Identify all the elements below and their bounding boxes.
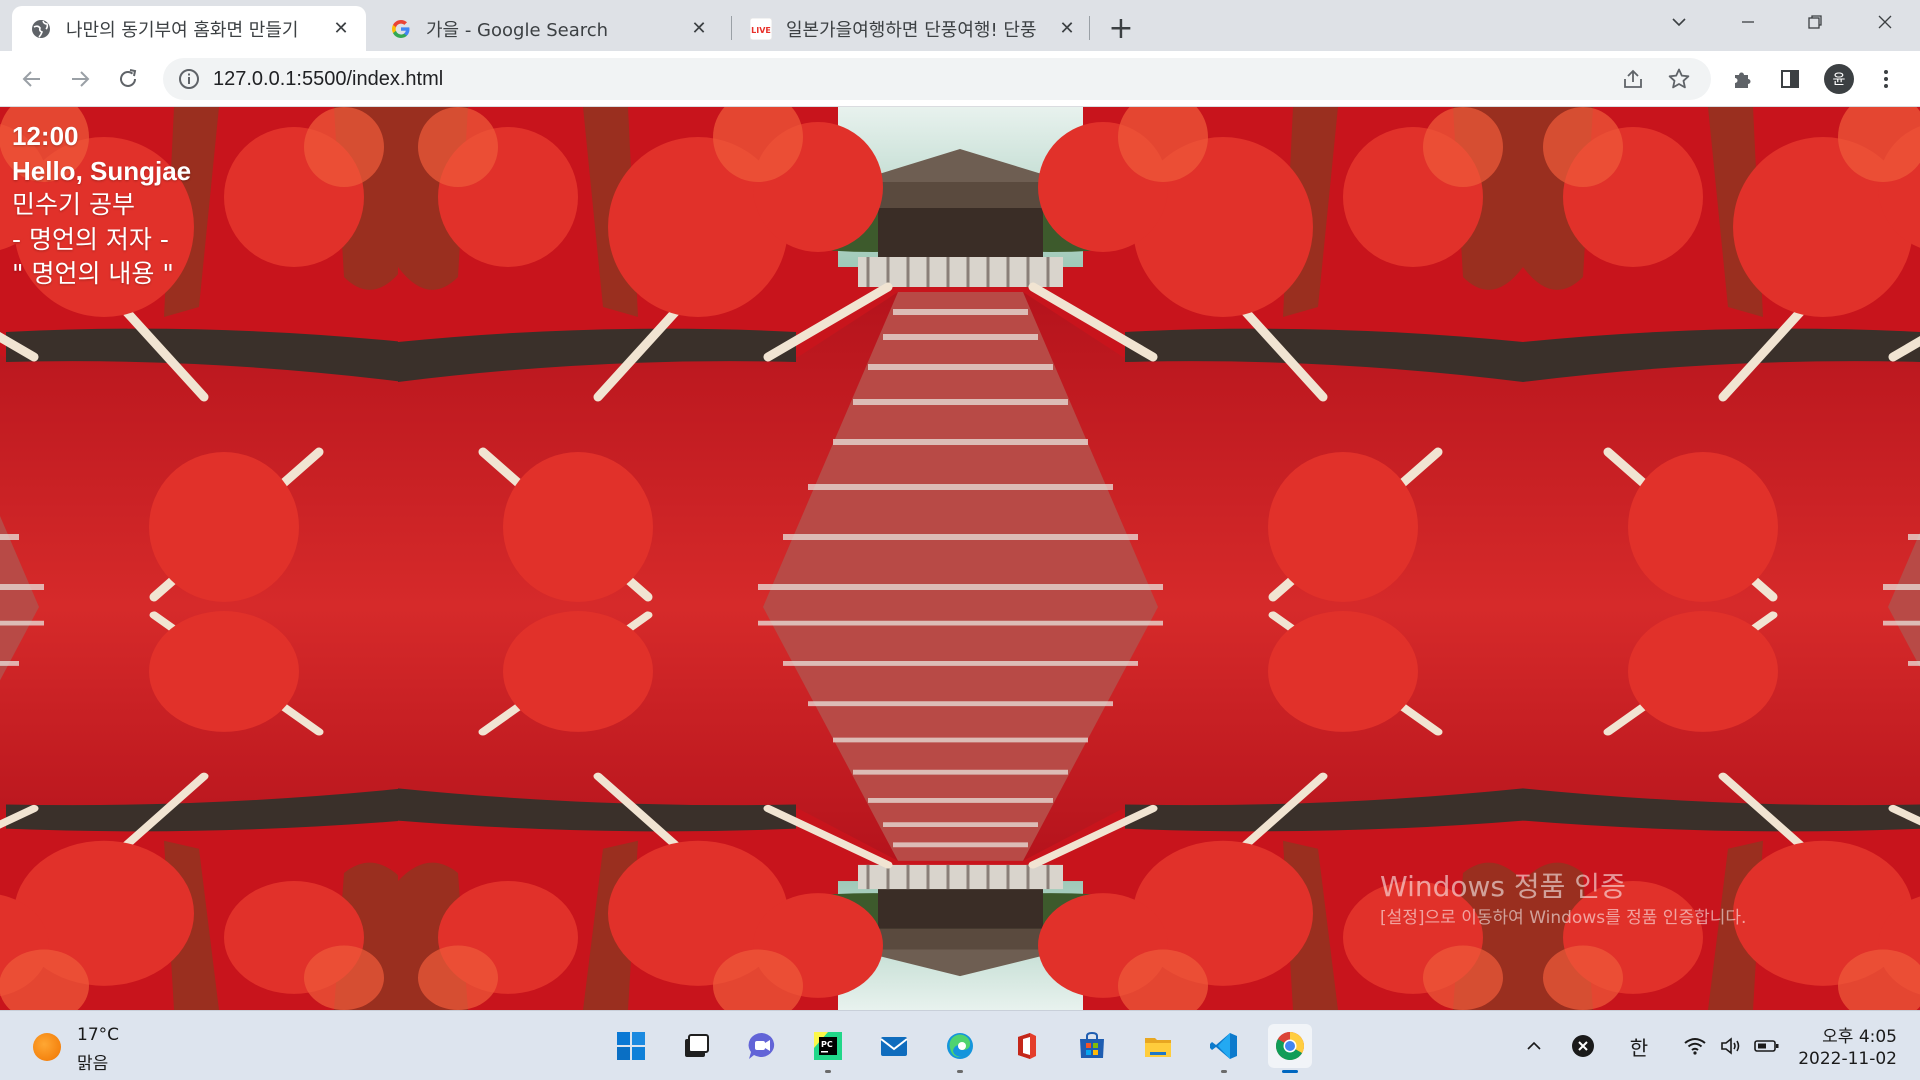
minimize-button[interactable]	[1720, 0, 1776, 44]
forward-button[interactable]	[62, 61, 98, 97]
close-icon[interactable]: ✕	[1056, 18, 1078, 40]
taskbar-date[interactable]: 2022-11-02	[1798, 1049, 1897, 1069]
globe-icon	[30, 18, 52, 40]
svg-text:PC: PC	[821, 1040, 833, 1049]
tab-google-search[interactable]: 가을 - Google Search ✕	[372, 6, 724, 51]
clock-text: 12:00	[12, 121, 79, 151]
restore-button[interactable]	[1787, 0, 1843, 44]
todo-text: 민수기 공부	[12, 190, 135, 219]
tab-strip: 나만의 동기부여 홈화면 만들기 ✕ 가을 - Google Search ✕ …	[0, 0, 1920, 51]
battery-icon[interactable]	[1754, 1033, 1780, 1059]
google-icon	[390, 18, 412, 40]
browser-toolbar: 127.0.0.1:5500/index.html 윤	[0, 51, 1920, 107]
reload-button[interactable]	[110, 61, 146, 97]
info-icon[interactable]	[177, 67, 201, 91]
weather-temperature[interactable]: 17°C	[77, 1025, 119, 1045]
chrome-icon[interactable]	[1268, 1024, 1312, 1073]
close-icon[interactable]: ✕	[688, 18, 710, 40]
activation-watermark: Windows 정품 인증 [설정]으로 이동하여 Windows를 정품 인증…	[1380, 865, 1860, 931]
tab-title: 나만의 동기부여 홈화면 만들기	[66, 19, 299, 41]
office-icon[interactable]	[1004, 1024, 1048, 1068]
weather-condition[interactable]: 맑음	[77, 1049, 108, 1074]
tab-separator	[1089, 16, 1090, 40]
tab-active[interactable]: 나만의 동기부여 홈화면 만들기 ✕	[12, 6, 366, 51]
background-image-center	[398, 107, 1523, 1010]
chevron-up-icon[interactable]	[1522, 1033, 1546, 1059]
url-text: 127.0.0.1:5500/index.html	[213, 68, 444, 90]
edge-icon[interactable]	[938, 1024, 982, 1073]
running-indicator	[1282, 1070, 1298, 1073]
quote-text: " 명언의 내용 "	[12, 259, 174, 288]
momentum-widget: 12:00 Hello, Sungjae 민수기 공부 - 명언의 저자 - "…	[12, 119, 191, 292]
mail-icon[interactable]	[872, 1024, 916, 1068]
ime-indicator[interactable]: 한	[1624, 1033, 1654, 1060]
close-icon[interactable]: ✕	[330, 18, 352, 40]
running-indicator	[825, 1070, 831, 1073]
chat-icon[interactable]	[740, 1024, 784, 1068]
live-icon: LIVE	[750, 17, 772, 40]
start-icon[interactable]	[609, 1024, 653, 1068]
weather-sun-icon[interactable]	[33, 1033, 61, 1061]
page-viewport: 12:00 Hello, Sungjae 민수기 공부 - 명언의 저자 - "…	[0, 107, 1920, 1010]
share-icon[interactable]	[1619, 65, 1647, 93]
close-window-button[interactable]	[1857, 0, 1913, 44]
volume-icon[interactable]	[1718, 1033, 1744, 1059]
tab-travel[interactable]: LIVE 일본가을여행하면 단풍여행! 단풍 ✕	[732, 6, 1092, 51]
address-bar[interactable]: 127.0.0.1:5500/index.html	[163, 58, 1711, 100]
bookmark-star-icon[interactable]	[1665, 65, 1693, 93]
tab-title: 가을 - Google Search	[426, 19, 609, 41]
file-explorer-icon[interactable]	[1136, 1024, 1180, 1068]
back-button[interactable]	[14, 61, 50, 97]
tab-title: 일본가을여행하면 단풍여행! 단풍	[786, 19, 1037, 41]
app-status-icon[interactable]	[1570, 1033, 1596, 1059]
running-indicator	[957, 1070, 963, 1073]
watermark-body: [설정]으로 이동하여 Windows를 정품 인증합니다.	[1380, 908, 1747, 928]
menu-kebab-icon[interactable]	[1868, 61, 1904, 97]
side-panel-icon[interactable]	[1772, 61, 1808, 97]
task-view-icon[interactable]	[674, 1024, 718, 1068]
pycharm-icon[interactable]: PC	[806, 1024, 850, 1073]
quote-author: - 명언의 저자 -	[12, 224, 169, 254]
extensions-puzzle-icon[interactable]	[1724, 61, 1760, 97]
taskbar: 17°C 맑음 PC 한 오후 4:05 2022-11-02	[0, 1010, 1920, 1080]
live-icon-text: LIVE	[751, 26, 771, 35]
greeting-text: Hello, Sungjae	[12, 155, 192, 186]
new-tab-button[interactable]: +	[1105, 11, 1137, 46]
profile-avatar[interactable]: 윤	[1824, 64, 1854, 94]
watermark-title: Windows 정품 인증	[1380, 870, 1626, 903]
wifi-icon[interactable]	[1682, 1033, 1708, 1059]
running-indicator	[1221, 1070, 1227, 1073]
vscode-icon[interactable]	[1202, 1024, 1246, 1073]
taskbar-time[interactable]: 오후 4:05	[1822, 1022, 1897, 1047]
tab-search-button[interactable]	[1651, 0, 1707, 44]
store-icon[interactable]	[1070, 1024, 1114, 1068]
